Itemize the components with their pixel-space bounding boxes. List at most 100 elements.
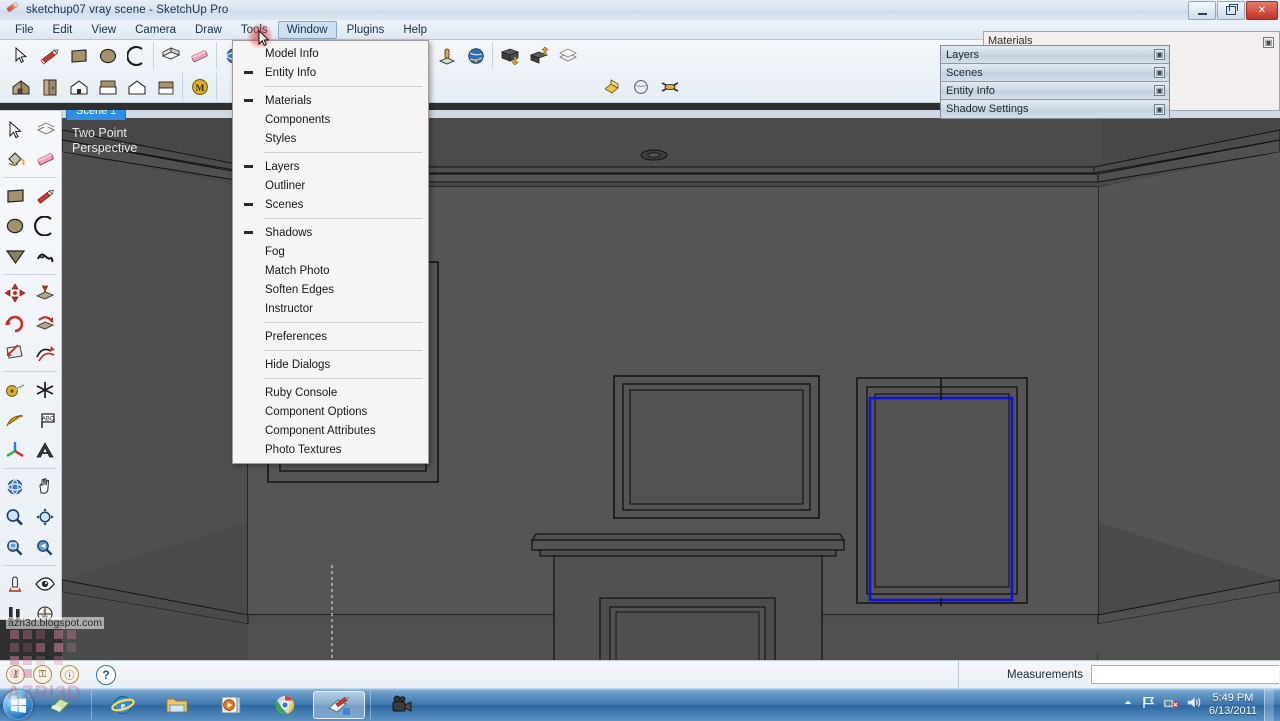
previous-view-icon[interactable] (30, 532, 60, 562)
action-center-flag-icon[interactable] (1141, 695, 1156, 715)
push-pull-icon[interactable] (156, 42, 185, 69)
show-hidden-icons-button[interactable] (1122, 696, 1134, 714)
window-menu-item-hide-dialogs[interactable]: Hide Dialogs (233, 355, 428, 374)
camcorder-icon[interactable] (376, 691, 428, 719)
house-texture-icon[interactable] (35, 73, 64, 100)
circle-icon[interactable] (0, 211, 30, 241)
text-label-icon[interactable]: ABC (30, 405, 60, 435)
menu-draw[interactable]: Draw (186, 21, 231, 39)
house-hidden-icon[interactable] (64, 73, 93, 100)
window-menu-item-instructor[interactable]: Instructor (233, 299, 428, 318)
position-camera-icon[interactable] (0, 569, 30, 599)
menu-edit[interactable]: Edit (44, 21, 82, 39)
select-arrow-icon[interactable] (6, 42, 35, 69)
rectangle-icon[interactable] (0, 181, 30, 211)
vray-options-icon[interactable] (626, 73, 655, 100)
collapse-icon[interactable]: ▣ (1154, 85, 1165, 96)
sketchup-taskbar-button[interactable] (313, 691, 365, 719)
circle-icon[interactable] (93, 42, 122, 69)
freehand-icon[interactable] (30, 241, 60, 271)
window-menu-item-outliner[interactable]: Outliner (233, 176, 428, 195)
paint-bucket-icon[interactable] (0, 144, 30, 174)
window-menu-item-fog[interactable]: Fog (233, 242, 428, 261)
collapse-icon[interactable]: ▣ (1154, 103, 1165, 115)
scene-tab-scene-1[interactable]: Scene 1 (66, 110, 127, 120)
window-menu-item-preferences[interactable]: Preferences (233, 327, 428, 346)
collapse-icon[interactable]: ▣ (1154, 67, 1165, 78)
window-menu-item-match-photo[interactable]: Match Photo (233, 261, 428, 280)
house-wireframe-icon[interactable] (151, 73, 180, 100)
vray-material-editor-icon[interactable] (655, 73, 684, 100)
window-menu-item-scenes[interactable]: Scenes (233, 195, 428, 214)
house-xray-icon[interactable] (122, 73, 151, 100)
share-model-icon[interactable] (524, 42, 553, 69)
zoom-window-icon[interactable] (0, 532, 30, 562)
tape-measure-icon[interactable] (0, 375, 30, 405)
protractor-icon[interactable] (30, 375, 60, 405)
arc-icon[interactable] (122, 42, 151, 69)
zoom-magnifier-icon[interactable] (0, 502, 30, 532)
vray-render-icon[interactable] (597, 73, 626, 100)
look-around-icon[interactable] (30, 569, 60, 599)
window-menu-item-component-attributes[interactable]: Component Attributes (233, 421, 428, 440)
dock-panel-layers[interactable]: Layers ▣ (941, 46, 1169, 64)
sandbox-stamp-icon[interactable] (432, 42, 461, 69)
restore-button[interactable] (1217, 1, 1245, 20)
push-pull-icon[interactable] (30, 278, 60, 308)
materials-collapse-icon[interactable]: ▣ (1263, 37, 1274, 48)
material-m-icon[interactable]: M (185, 73, 214, 100)
house-shaded-icon[interactable] (6, 73, 35, 100)
window-menu-item-materials[interactable]: Materials (233, 91, 428, 110)
offset-icon[interactable] (30, 338, 60, 368)
collapse-icon[interactable]: ▣ (1154, 49, 1165, 60)
window-menu-item-styles[interactable]: Styles (233, 129, 428, 148)
dock-panel-scenes[interactable]: Scenes ▣ (941, 64, 1169, 82)
get-models-icon[interactable] (495, 42, 524, 69)
scale-icon[interactable] (0, 338, 30, 368)
window-menu-item-ruby-console[interactable]: Ruby Console (233, 383, 428, 402)
line-pencil-icon[interactable] (30, 181, 60, 211)
zoom-extents-icon[interactable] (30, 502, 60, 532)
volume-icon[interactable] (1186, 695, 1202, 715)
window-menu-item-layers[interactable]: Layers (233, 157, 428, 176)
menu-file[interactable]: File (6, 21, 43, 39)
line-pencil-icon[interactable] (35, 42, 64, 69)
rotate-icon[interactable] (0, 308, 30, 338)
menu-help[interactable]: Help (394, 21, 436, 39)
move-icon[interactable] (0, 278, 30, 308)
pan-hand-icon[interactable] (30, 472, 60, 502)
dock-panel-shadow-settings[interactable]: Shadow Settings ▣ (941, 100, 1169, 118)
window-menu-item-photo-textures[interactable]: Photo Textures (233, 440, 428, 459)
window-menu-item-component-options[interactable]: Component Options (233, 402, 428, 421)
media-player-icon[interactable] (205, 691, 257, 719)
orbit-icon[interactable] (0, 472, 30, 502)
window-menu-item-entity-info[interactable]: Entity Info (233, 63, 428, 82)
google-earth-icon[interactable] (461, 42, 490, 69)
house-monochrome-icon[interactable] (93, 73, 122, 100)
network-icon[interactable] (1163, 695, 1179, 715)
minimize-button[interactable] (1188, 1, 1216, 20)
arc-icon[interactable] (30, 211, 60, 241)
measurements-input[interactable] (1091, 665, 1280, 684)
3d-text-icon[interactable] (30, 435, 60, 465)
taskbar-clock[interactable]: 5:49 PM 6/13/2011 (1209, 692, 1257, 718)
window-menu-item-shadows[interactable]: Shadows (233, 223, 428, 242)
eraser-icon[interactable] (185, 42, 214, 69)
eraser-icon[interactable] (30, 144, 60, 174)
follow-me-icon[interactable] (30, 308, 60, 338)
close-button[interactable]: ✕ (1246, 1, 1278, 20)
menu-view[interactable]: View (82, 21, 125, 39)
polygon-icon[interactable] (0, 241, 30, 271)
layers-stack-icon[interactable] (553, 42, 582, 69)
dimension-icon[interactable] (0, 405, 30, 435)
internet-explorer-icon[interactable]: e (97, 691, 149, 719)
menu-window[interactable]: Window (277, 20, 337, 39)
menu-camera[interactable]: Camera (126, 21, 185, 39)
show-desktop-button[interactable] (1264, 689, 1274, 721)
dock-panel-entity-info[interactable]: Entity Info ▣ (941, 82, 1169, 100)
menu-plugins[interactable]: Plugins (338, 21, 394, 39)
axes-icon[interactable] (0, 435, 30, 465)
rectangle-icon[interactable] (64, 42, 93, 69)
window-menu-item-components[interactable]: Components (233, 110, 428, 129)
select-arrow-icon[interactable] (0, 114, 30, 144)
